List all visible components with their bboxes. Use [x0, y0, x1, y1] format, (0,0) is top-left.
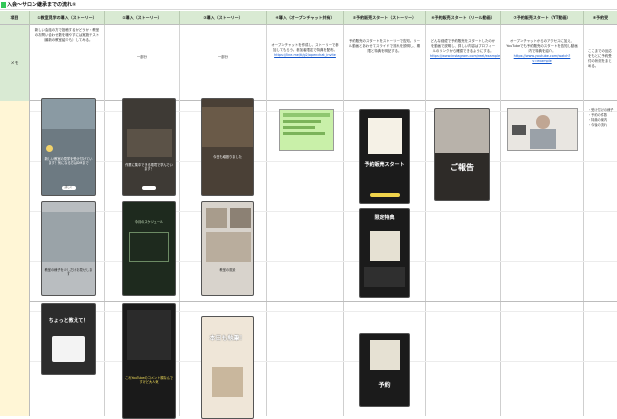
- story-caption: 今日も頑張りました: [213, 155, 242, 159]
- story-caption: 予約: [378, 382, 391, 389]
- story-caption: 今月のスケジュール: [134, 220, 164, 224]
- story-thumb-c2-2[interactable]: 今月のスケジュール: [122, 201, 176, 296]
- story-photo: [127, 129, 172, 157]
- story-caption: これYouTubeのコメント欄なんですけど大人気: [125, 376, 173, 384]
- header-c6[interactable]: ⑥予約販売スタート（リール動画）: [426, 11, 501, 25]
- story-photo: [212, 367, 243, 397]
- header-c2[interactable]: ②導入（ストーリー）: [105, 11, 180, 25]
- memo-c4-text: オープンチャットを作成し、ストーリーで参加してもらう。参加者限定で特典を配布。: [271, 43, 339, 52]
- memo-cell-c8[interactable]: ここまでの反応をもとに予約受付の状況をまとめる。: [584, 25, 617, 101]
- story-pill: 詳しく: [61, 186, 76, 190]
- story-thumb-c1-1[interactable]: 新しい教室の見学を受け付けています！気になる方はDMまで 詳しく: [41, 98, 96, 196]
- story-caption: 本日も執筆！: [209, 335, 246, 342]
- book-cover: [370, 231, 400, 261]
- story-thumb-c5-2[interactable]: 限定特典: [359, 208, 410, 298]
- header-c1[interactable]: ①教室見学の導入（ストーリー）: [30, 11, 105, 25]
- story-thumb-c3-1[interactable]: 今日も頑張りました: [201, 98, 254, 196]
- story-photo: [42, 99, 95, 129]
- story-thumb-c1-2[interactable]: 教室の様子を少しだけお見せします: [41, 201, 96, 296]
- header-c8[interactable]: ⑧予約受: [584, 11, 617, 25]
- promo-text-block: [364, 267, 405, 287]
- memo-cell-c5[interactable]: 予約販売のスタートをストーリーで告知。リール動画とあわせてスライドで流れを説明し…: [344, 25, 426, 101]
- body-row-label: [0, 101, 30, 416]
- pin-icon: [46, 145, 53, 152]
- header-label[interactable]: 項目: [0, 11, 30, 25]
- youtube-thumbnail[interactable]: [507, 108, 578, 151]
- header-row: 項目 ①教室見学の導入（ストーリー） ②導入（ストーリー） ③導入（ストーリー）…: [0, 11, 617, 25]
- story-thumb-c3-3[interactable]: 本日も執筆！: [201, 316, 254, 419]
- memo-c4-link[interactable]: https://line.me/ti/g2/openchat_invite: [271, 53, 339, 58]
- memo-c7-text: オープンチャットからのアクセスに加え、YouTubeでも予約販売のスタートを告知…: [506, 39, 578, 53]
- memo-cell-c4[interactable]: オープンチャットを作成し、ストーリーで参加してもらう。参加者限定で特典を配布。 …: [267, 25, 344, 101]
- story-photo: [230, 208, 251, 228]
- story-pill: [142, 186, 156, 190]
- story-photo: [202, 107, 253, 147]
- comment-list: [127, 310, 171, 360]
- gridline: [30, 311, 617, 312]
- gridline: [30, 261, 617, 262]
- header-c4[interactable]: ④導入（オープンチャット共有）: [267, 11, 344, 25]
- openchat-line: [283, 132, 325, 135]
- memo-row-label[interactable]: メモ: [0, 25, 30, 101]
- memo-cell-c1[interactable]: 新しい会話の方で投稿するかどうか・教室のお問い合わせ数を増やすには実施テスト（最…: [30, 25, 105, 101]
- story-thumb-c6-1[interactable]: ご報告: [434, 108, 490, 201]
- story-photo: [435, 109, 489, 153]
- memo-row: メモ 新しい会話の方で投稿するかどうか・教室のお問い合わせ数を増やすには実施テス…: [0, 25, 617, 101]
- story-caption: ご報告: [450, 163, 474, 172]
- monitor-icon: [512, 125, 526, 135]
- spreadsheet-grid: 項目 ①教室見学の導入（ストーリー） ②導入（ストーリー） ③導入（ストーリー）…: [0, 11, 617, 419]
- story-thumb-c5-1[interactable]: 予約販売スタート: [359, 109, 410, 204]
- story-thumb-c2-1[interactable]: 作業に集中できる環境で学んでいます！: [122, 98, 176, 196]
- c8-list-item: ・今後の流れ: [588, 123, 608, 127]
- story-caption: 限定特典: [374, 215, 395, 221]
- sheet-title-bar: 入会〜サロン継承までの流れ①: [0, 0, 617, 10]
- story-caption: 教室の風景: [219, 268, 236, 272]
- story-photo: [206, 208, 227, 228]
- story-caption: 教室の様子を少しだけお見せします: [44, 268, 93, 276]
- schedule-box: [129, 232, 169, 262]
- story-thumb-c5-3[interactable]: 予約: [359, 333, 410, 407]
- header-c5[interactable]: ⑤予約販売スタート（ストーリー）: [344, 11, 426, 25]
- openchat-line: [283, 126, 315, 129]
- story-thumb-c3-2[interactable]: 教室の風景: [201, 201, 254, 296]
- openchat-header: [283, 113, 330, 117]
- header-c3[interactable]: ③導入（ストーリー）: [180, 11, 267, 25]
- openchat-line: [283, 120, 321, 123]
- memo-cell-c2[interactable]: 一部分: [105, 25, 180, 101]
- story-photo: [42, 212, 95, 262]
- row-divider: [30, 301, 617, 302]
- gridline: [30, 211, 617, 212]
- gridline: [30, 361, 617, 362]
- openchat-screenshot[interactable]: [279, 109, 334, 151]
- story-caption: 予約販売スタート: [364, 162, 405, 168]
- sheet-title: 入会〜サロン継承までの流れ①: [7, 2, 77, 8]
- memo-c6-text: どんな経緯で予約販売をスタートしたのかを動画で説明し、詳しい内容はプロフィールの…: [430, 39, 496, 53]
- person-face: [536, 115, 550, 129]
- poll-box: [52, 336, 85, 362]
- story-caption: ちょっと教えて！: [48, 318, 89, 324]
- story-thumb-c2-3[interactable]: これYouTubeのコメント欄なんですけど大人気: [122, 303, 176, 419]
- header-c7[interactable]: ⑦予約販売スタート（YT動画）: [501, 11, 584, 25]
- story-thumb-c1-3[interactable]: ちょっと教えて！: [41, 303, 96, 375]
- sheet-icon: [1, 2, 6, 8]
- memo-c6-link[interactable]: https://www.instagram.com/reel/example: [430, 54, 500, 59]
- story-photo: [206, 232, 251, 262]
- memo-c7-link[interactable]: https://www.youtube.com/watch?v=example: [505, 54, 579, 64]
- memo-cell-c6[interactable]: どんな経緯で予約販売をスタートしたのかを動画で説明し、詳しい内容はプロフィールの…: [426, 25, 501, 101]
- c8-list: ・受け付けの様子 ・予約の件数 ・特典の案内 ・今後の流れ: [588, 108, 616, 128]
- story-pill: [369, 193, 400, 197]
- story-caption: 作業に集中できる環境で学んでいます！: [125, 163, 173, 171]
- gridline: [30, 161, 617, 162]
- memo-cell-c3[interactable]: 一部分: [180, 25, 267, 101]
- story-caption: 新しい教室の見学を受け付けています！気になる方はDMまで: [44, 157, 93, 165]
- book-cover: [370, 340, 400, 370]
- book-cover: [368, 118, 402, 154]
- memo-cell-c7[interactable]: オープンチャットからのアクセスに加え、YouTubeでも予約販売のスタートを告知…: [501, 25, 584, 101]
- person-body: [530, 129, 556, 149]
